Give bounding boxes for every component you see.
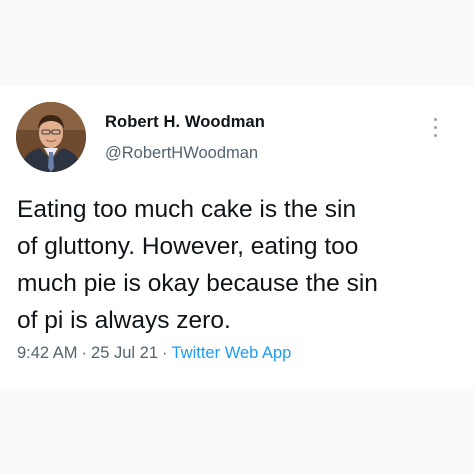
tweet-card: Robert H. Woodman @RobertHWoodman Eating…	[0, 86, 474, 388]
author-name[interactable]: Robert H. Woodman	[105, 113, 265, 132]
tweet-date[interactable]: 25 Jul 21	[91, 344, 158, 362]
avatar-image	[16, 102, 86, 172]
tweet-metadata: 9:42 AM · 25 Jul 21 · Twitter Web App	[17, 344, 291, 363]
meta-separator: ·	[81, 344, 88, 362]
tweet-source-link[interactable]: Twitter Web App	[172, 344, 292, 362]
author-handle[interactable]: @RobertHWoodman	[105, 144, 258, 163]
screenshot-canvas: Robert H. Woodman @RobertHWoodman Eating…	[0, 0, 474, 474]
tweet-text: Eating too much cake is the sin of glutt…	[17, 196, 378, 334]
avatar[interactable]	[16, 102, 86, 172]
tweet-time[interactable]: 9:42 AM	[17, 344, 78, 362]
more-options-icon[interactable]	[432, 116, 440, 140]
meta-separator: ·	[162, 344, 168, 362]
